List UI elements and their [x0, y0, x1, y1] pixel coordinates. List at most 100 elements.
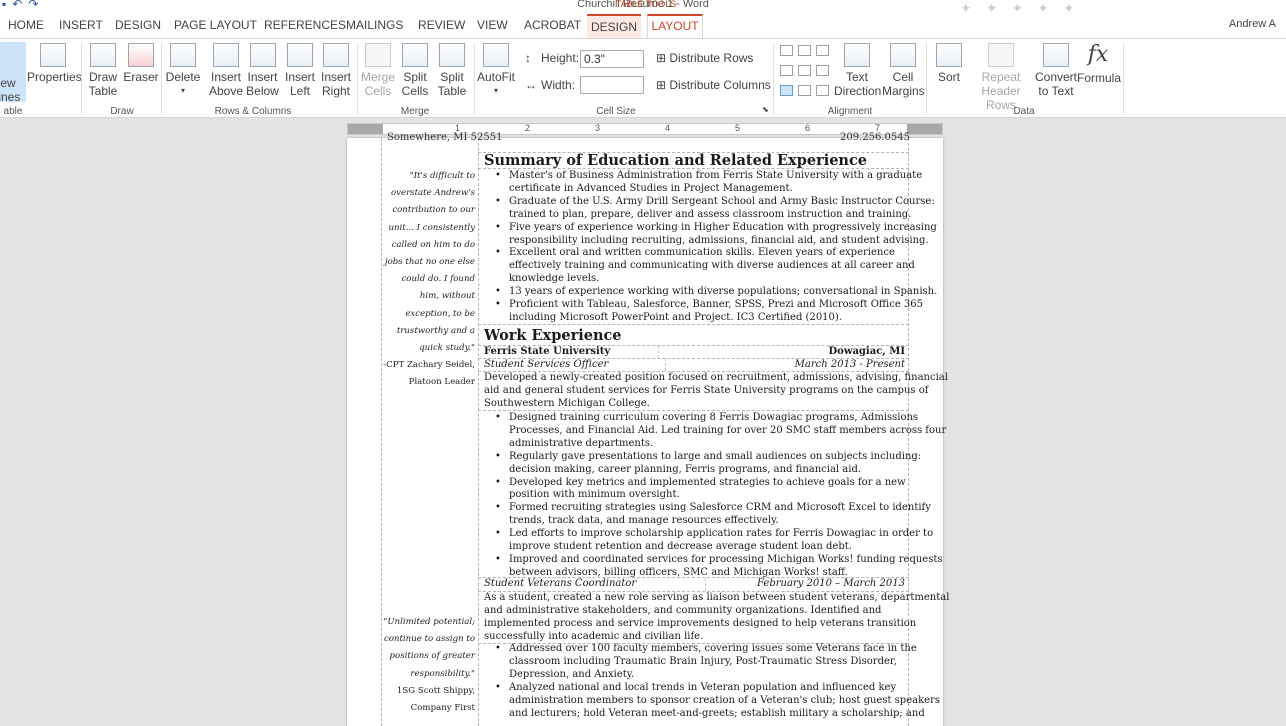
bullet-text-line: administrative departments.: [509, 437, 654, 449]
formula-button[interactable]: fx Formula: [1077, 43, 1121, 86]
repeat-header-rows-button[interactable]: Repeat Header Rows: [966, 43, 1036, 112]
draw-group-label: Draw: [110, 106, 134, 117]
align-bottom-center-icon[interactable]: [798, 85, 811, 96]
ruler-number: 5: [735, 123, 741, 133]
split-cells-button[interactable]: Split Cells: [398, 43, 432, 98]
bullet-text-line: trained to plan, prepare, deliver and as…: [509, 208, 912, 220]
eraser-button[interactable]: Eraser: [123, 43, 159, 84]
job-title-row: Student Veterans Coordinator February 20…: [484, 578, 905, 591]
column-width-icon: ↔: [525, 78, 537, 92]
align-bottom-left-icon[interactable]: [780, 85, 793, 96]
dialog-launcher-icon[interactable]: ⬊: [762, 105, 769, 114]
width-field[interactable]: [580, 76, 644, 94]
distribute-columns-icon: ⊞: [656, 78, 670, 92]
testimonial-attribution-title: Company First: [410, 703, 475, 713]
insert-right-button[interactable]: Insert Right: [319, 43, 353, 98]
bullet-item: Graduate of the U.S. Army Drill Sergeant…: [495, 195, 935, 222]
insert-below-label-1: Insert: [247, 70, 278, 84]
sort-button[interactable]: Sort: [930, 43, 968, 84]
text-direction-button[interactable]: Text Direction: [834, 43, 881, 98]
text-line: unit... I consistently: [388, 222, 475, 233]
insert-below-label-2: Below: [246, 84, 279, 98]
split-table-button[interactable]: Split Table: [434, 43, 470, 98]
width-label: Width:: [541, 78, 576, 92]
user-name[interactable]: Andrew A: [1229, 18, 1276, 30]
document-page[interactable]: Somewhere, MI 52551 209.256.0545 Summary…: [347, 132, 949, 726]
group-separator: [81, 43, 82, 115]
bullet-text-line: improve student retention and decrease a…: [509, 541, 852, 553]
text-line: Southwestern Michigan College.: [484, 397, 650, 409]
convert-to-text-button[interactable]: Convert to Text: [1034, 43, 1078, 98]
text-line: jobs that no one else: [384, 257, 475, 268]
align-top-left-icon[interactable]: [780, 45, 793, 56]
bullet-text-line: Five years of experience working in High…: [509, 221, 937, 233]
properties-button[interactable]: Properties: [27, 43, 82, 84]
data-group-label: Data: [1013, 106, 1035, 117]
tab-table-design[interactable]: DESIGN: [587, 14, 641, 38]
view-gridlines-button[interactable]: ew lines: [0, 42, 26, 104]
bullet-item: Proficient with Tableau, Salesforce, Ban…: [495, 299, 923, 325]
height-field[interactable]: 0.3": [580, 50, 644, 68]
cell-margins-button[interactable]: Cell Margins: [882, 43, 925, 98]
tab-page-layout[interactable]: PAGE LAYOUT: [174, 18, 257, 32]
bullet-item: Master's of Business Administration from…: [495, 170, 922, 196]
align-middle-left-icon[interactable]: [780, 65, 793, 76]
bullet-text-line: Led efforts to improve scholarship appli…: [509, 528, 934, 540]
insert-left-button[interactable]: Insert Left: [283, 43, 317, 98]
distribute-rows-label: Distribute Rows: [669, 51, 754, 65]
bullet-text-line: administration members to sponsor creati…: [509, 694, 940, 706]
bullet-text-line: trends, track data, and manage resources…: [509, 515, 779, 527]
bullet-text-line: effectively training and communicating w…: [509, 260, 915, 272]
distribute-rows-button[interactable]: ⊞ Distribute Rows: [656, 51, 753, 65]
align-top-right-icon[interactable]: [816, 45, 829, 56]
ruler-number: 6: [805, 123, 811, 133]
bullet-text-line: Analyzed national and local trends in Ve…: [509, 681, 897, 693]
text-line: Developed a newly-created position focus…: [484, 372, 948, 383]
bullet-text-line: and lecturers; hold Veteran meet-and-gre…: [509, 707, 925, 719]
distribute-columns-button[interactable]: ⊞ Distribute Columns: [656, 78, 771, 92]
view-gridlines-label-2: lines: [0, 90, 21, 104]
draw-table-label-1: Draw: [88, 70, 117, 84]
autofit-button[interactable]: AutoFit ▾: [476, 43, 516, 98]
merge-cells-button[interactable]: Merge Cells: [360, 43, 396, 98]
tab-insert[interactable]: INSERT: [59, 18, 103, 32]
delete-button[interactable]: Delete ▾: [165, 43, 201, 98]
insert-above-label-2: Above: [209, 84, 244, 98]
text-line: could do. I found: [401, 274, 475, 285]
bullet-text-line: Depression, and Anxiety.: [509, 668, 635, 680]
draw-table-button[interactable]: Draw Table: [86, 43, 120, 98]
text-line: contribution to our: [392, 205, 475, 216]
tab-view[interactable]: VIEW: [477, 18, 508, 32]
insert-below-button[interactable]: Insert Below: [245, 43, 280, 98]
insert-above-button[interactable]: Insert Above: [209, 43, 243, 98]
tab-table-layout[interactable]: LAYOUT: [647, 14, 703, 39]
split-cells-label-2: Cells: [401, 84, 429, 98]
align-middle-center-icon[interactable]: [798, 65, 811, 76]
context-group-label: TABLE TOOLS: [615, 0, 677, 9]
tab-home[interactable]: HOME: [8, 18, 44, 32]
text-direction-label-1: Text: [845, 70, 868, 84]
tab-acrobat[interactable]: ACROBAT: [524, 18, 581, 32]
tab-review[interactable]: REVIEW: [418, 18, 465, 32]
text-line: aid and general student services for Fer…: [484, 384, 929, 396]
table-column-divider: [478, 138, 479, 726]
tab-design[interactable]: DESIGN: [115, 18, 161, 32]
title-bar: ▪↶↷ Churchill Resume 1 - Word TABLE TOOL…: [0, 0, 1286, 16]
align-middle-right-icon[interactable]: [816, 65, 829, 76]
tab-mailings[interactable]: MAILINGS: [346, 18, 403, 32]
view-gridlines-label-1: ew: [0, 76, 16, 90]
insert-above-icon: [213, 43, 239, 67]
bullet-text-line: Graduate of the U.S. Army Drill Sergeant…: [509, 195, 935, 207]
align-bottom-right-icon[interactable]: [816, 85, 829, 96]
insert-above-label-1: Insert: [210, 70, 241, 84]
bullet-item: Excellent oral and written communication…: [495, 247, 915, 286]
align-top-center-icon[interactable]: [798, 45, 811, 56]
tab-references[interactable]: REFERENCES: [264, 18, 346, 32]
properties-icon: [40, 43, 66, 67]
insert-left-label-1: Insert: [284, 70, 315, 84]
text-line: implemented process and service improvem…: [484, 617, 917, 629]
insert-right-icon: [323, 43, 349, 67]
split-table-label-2: Table: [437, 84, 467, 98]
eraser-icon: [128, 43, 154, 67]
convert-to-text-icon: [1043, 43, 1069, 67]
